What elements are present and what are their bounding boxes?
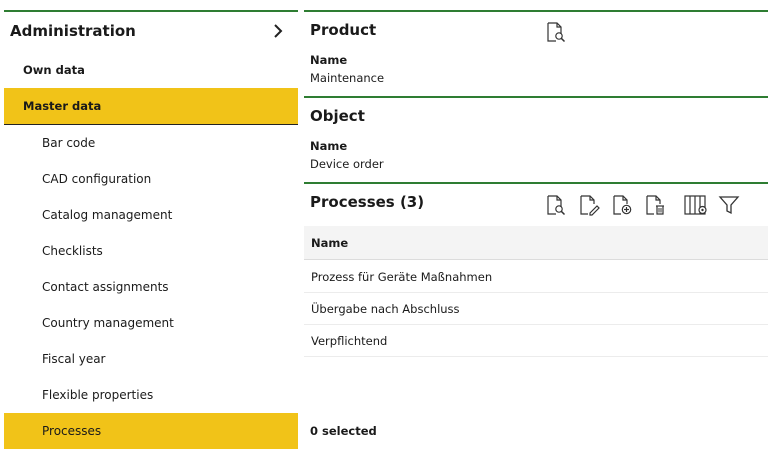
section-divider	[304, 96, 768, 98]
row-name: Prozess für Geräte Maßnahmen	[311, 269, 493, 284]
sidebar-item-label: CAD configuration	[42, 172, 152, 186]
table-row[interactable]: Übergabe nach Abschluss	[304, 293, 768, 325]
main-panel: Product Name Maintenance Object Name Dev…	[304, 0, 768, 461]
sidebar-item-label: Bar code	[42, 136, 96, 150]
sidebar-item-label: Flexible properties	[42, 388, 154, 402]
sidebar-item-country-management[interactable]: Country management	[4, 305, 298, 341]
sidebar: Administration Own data Master data Bar …	[0, 0, 300, 461]
section-divider	[304, 182, 768, 184]
object-name-label: Name	[310, 139, 348, 153]
chevron-right-icon[interactable]	[270, 23, 286, 39]
object-title: Object	[310, 107, 365, 125]
selected-count: 0 selected	[310, 424, 377, 438]
document-search-icon[interactable]	[543, 19, 569, 45]
table-row[interactable]: Prozess für Geräte Maßnahmen	[304, 261, 768, 293]
row-name: Übergabe nach Abschluss	[311, 301, 460, 316]
sidebar-item-own-data[interactable]: Own data	[4, 52, 298, 88]
document-delete-icon[interactable]	[642, 192, 668, 218]
column-name-label: Name	[311, 235, 349, 250]
sidebar-item-label: Processes	[42, 424, 102, 438]
column-settings-icon[interactable]	[683, 192, 709, 218]
sidebar-item-processes[interactable]: Processes	[4, 413, 298, 449]
section-divider	[304, 10, 768, 12]
sidebar-item-label: Master data	[23, 99, 102, 113]
sidebar-item-flexible-properties[interactable]: Flexible properties	[4, 377, 298, 413]
sidebar-header[interactable]: Administration	[4, 14, 298, 48]
product-title: Product	[310, 21, 377, 39]
row-name: Verpflichtend	[311, 333, 388, 348]
product-name-label: Name	[310, 53, 348, 67]
sidebar-item-checklists[interactable]: Checklists	[4, 233, 298, 269]
sidebar-item-catalog-management[interactable]: Catalog management	[4, 197, 298, 233]
sidebar-title: Administration	[10, 22, 136, 40]
sidebar-item-label: Checklists	[42, 244, 103, 258]
sidebar-item-fiscal-year[interactable]: Fiscal year	[4, 341, 298, 377]
document-edit-icon[interactable]	[576, 192, 602, 218]
product-name-value: Maintenance	[310, 71, 385, 85]
object-name-value: Device order	[310, 157, 384, 171]
sidebar-item-cad-configuration[interactable]: CAD configuration	[4, 161, 298, 197]
sidebar-item-bar-code[interactable]: Bar code	[4, 125, 298, 161]
sidebar-item-label: Country management	[42, 316, 174, 330]
filter-icon[interactable]	[716, 192, 742, 218]
table-header-name[interactable]: Name	[304, 226, 768, 260]
sidebar-item-label: Own data	[23, 63, 85, 77]
sidebar-item-label: Fiscal year	[42, 352, 106, 366]
sidebar-item-label: Catalog management	[42, 208, 173, 222]
sidebar-top-divider	[4, 10, 298, 12]
sidebar-item-contact-assignments[interactable]: Contact assignments	[4, 269, 298, 305]
processes-title: Processes (3)	[310, 193, 425, 211]
document-add-icon[interactable]	[609, 192, 635, 218]
sidebar-item-master-data[interactable]: Master data	[4, 88, 298, 124]
document-search-icon[interactable]	[543, 192, 569, 218]
table-row[interactable]: Verpflichtend	[304, 325, 768, 357]
sidebar-item-label: Contact assignments	[42, 280, 169, 294]
